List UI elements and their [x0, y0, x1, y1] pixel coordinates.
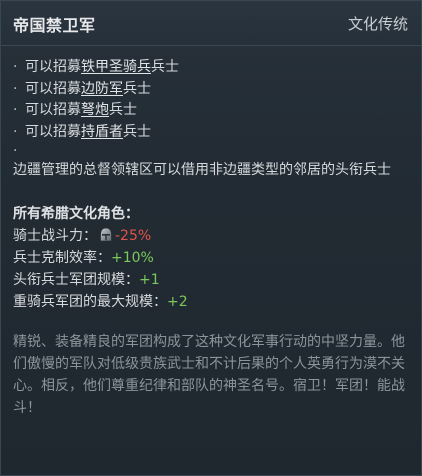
- recruit-line-1: · 可以招募铁甲圣骑兵兵士: [13, 57, 409, 79]
- recruit-line-2: · 可以招募边防军兵士: [13, 79, 409, 101]
- tradition-category-tag: 文化传统: [347, 15, 408, 33]
- knight-helmet-icon[interactable]: [99, 227, 113, 243]
- modifier-value: -25%: [115, 228, 152, 244]
- bullet-dot: ·: [13, 123, 18, 140]
- modifiers-section-title: 所有希腊文化角色：: [13, 206, 139, 222]
- recruit-line-4: · 可以招募持盾者兵士: [13, 122, 409, 144]
- unit-link-ballista[interactable]: 弩炮: [81, 102, 109, 118]
- modifier-levy-regiment-size: 头衔兵士军团规模：+1: [13, 272, 160, 288]
- modifier-value: +1: [139, 272, 160, 288]
- modifier-knight-effectiveness: 骑士战斗力： -25%: [13, 227, 152, 244]
- modifier-counter-efficiency: 兵士克制效率：+10%: [13, 250, 154, 266]
- bullet-dot: ·: [13, 102, 18, 118]
- unit-link-limitanei[interactable]: 边防军: [81, 81, 123, 97]
- tradition-description: 边疆管理的总督领辖区可以借用非边疆类型的邻居的头衔兵士: [13, 162, 391, 178]
- flavor-text: 精锐、装备精良的军团构成了这种文化军事行动的中坚力量。他们傲慢的军队对低级贵族武…: [13, 334, 405, 416]
- bullet-dot: ·: [13, 80, 18, 97]
- empty-bullet: ·: [13, 143, 18, 159]
- tradition-tooltip: 帝国禁卫军 文化传统 · 可以招募铁甲圣骑兵兵士 · 可以招募边防军兵士 · 可以招募…: [0, 0, 422, 476]
- tooltip-header: 帝国禁卫军 文化传统: [1, 1, 421, 46]
- tooltip-content: · 可以招募铁甲圣骑兵兵士 · 可以招募边防军兵士 · 可以招募弩炮兵士 · 可以招募持…: [13, 57, 409, 419]
- tradition-title: 帝国禁卫军: [13, 16, 96, 35]
- modifier-heavy-cavalry-max-size: 重骑兵军团的最大规模：+2: [13, 294, 188, 310]
- recruit-line-3: · 可以招募弩炮兵士: [13, 100, 409, 122]
- modifier-value: +10%: [111, 250, 154, 266]
- modifier-value: +2: [167, 294, 188, 310]
- unit-link-armored-knights[interactable]: 铁甲圣骑兵: [81, 59, 151, 75]
- bullet-dot: ·: [13, 59, 18, 75]
- unit-link-shield-bearers[interactable]: 持盾者: [81, 124, 123, 140]
